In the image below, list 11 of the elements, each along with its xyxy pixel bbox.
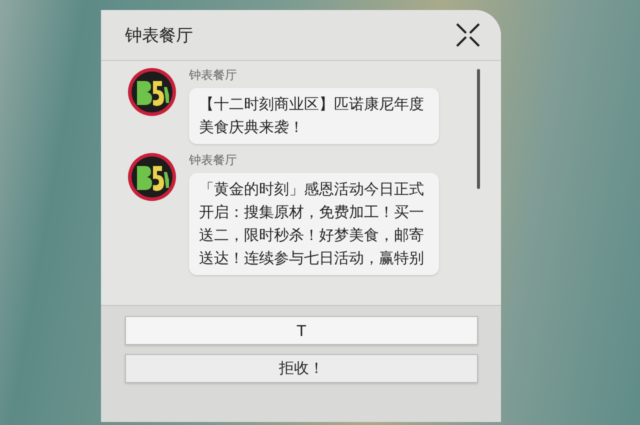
restaurant-logo-icon <box>127 152 177 202</box>
sender-name: 钟表餐厅 <box>189 152 238 169</box>
message-bubble: 【十二时刻商业区】匹诺康尼年度美食庆典来袭！ <box>189 88 439 144</box>
restaurant-logo-icon <box>127 67 177 117</box>
message-bubble: 「黄金的时刻」感恩活动今日正式开启：搜集原材，免费加工！买一送二，限时秒杀！好梦美食，邮寄送达！连续参与七日活动，赢特别 <box>189 173 439 275</box>
sender-name: 钟表餐厅 <box>189 67 238 84</box>
close-button[interactable] <box>455 22 481 48</box>
reply-button[interactable]: T <box>125 316 478 345</box>
dialog-title: 钟表餐厅 <box>125 24 193 46</box>
scrollbar-thumb[interactable] <box>477 69 480 189</box>
reply-button[interactable]: 拒收！ <box>125 354 478 383</box>
